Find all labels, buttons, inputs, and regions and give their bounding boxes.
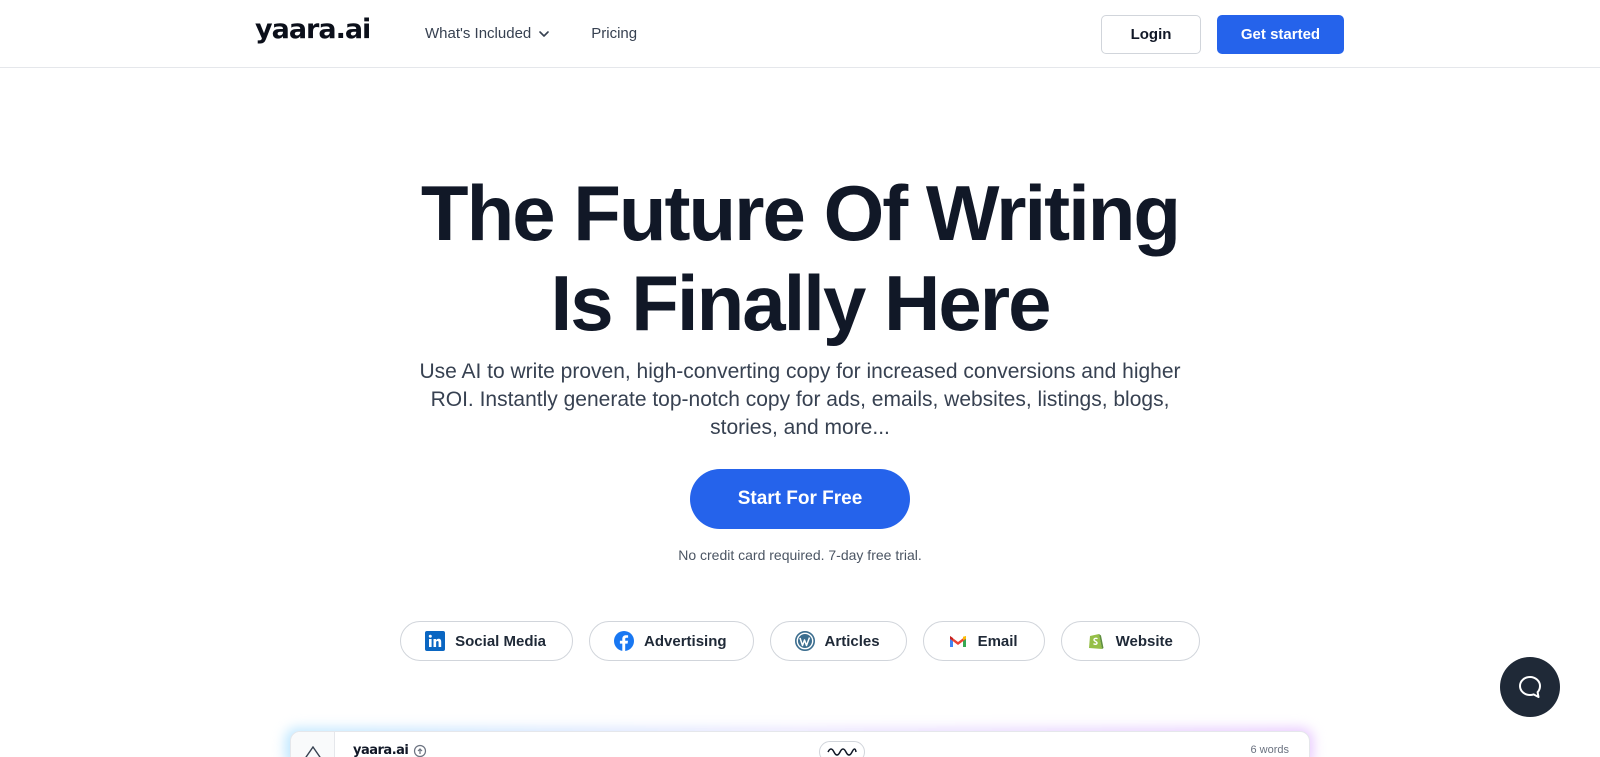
- shopify-icon: [1088, 634, 1104, 649]
- chevron-down-icon: [539, 30, 550, 37]
- main-nav: What's Included Pricing: [425, 25, 637, 42]
- pill-advertising[interactable]: Advertising: [589, 621, 754, 661]
- preview-sidebar: [291, 732, 335, 757]
- pill-social-media-label: Social Media: [455, 632, 547, 650]
- nav-whats-included[interactable]: What's Included: [425, 25, 551, 42]
- linkedin-icon: [425, 631, 446, 651]
- wordpress-icon: [794, 631, 815, 651]
- site-header: yaara.ai What's Included Pricing Login G…: [0, 0, 1600, 68]
- pill-email[interactable]: Email: [922, 621, 1045, 661]
- hero-subtitle: Use AI to write proven, high-converting …: [419, 360, 1181, 439]
- wave-icon: [827, 748, 857, 756]
- facebook-icon: [614, 631, 635, 651]
- pill-social-media[interactable]: Social Media: [400, 621, 574, 661]
- login-button[interactable]: Login: [1101, 15, 1201, 54]
- audio-wave-button[interactable]: [819, 741, 865, 757]
- gmail-icon: [949, 636, 966, 647]
- category-pills: Social Media Advertising Articles Email: [0, 621, 1600, 661]
- nav-whats-included-label: What's Included: [425, 25, 532, 42]
- pill-articles[interactable]: Articles: [769, 621, 907, 661]
- logo[interactable]: yaara.ai: [255, 14, 371, 45]
- chat-bubble-icon: [1519, 676, 1541, 698]
- pill-articles-label: Articles: [824, 632, 880, 650]
- trial-note: No credit card required. 7-day free tria…: [678, 547, 922, 563]
- pill-email-label: Email: [977, 632, 1018, 650]
- hero-title-line2: Is Finally Here: [550, 259, 1052, 347]
- get-started-button[interactable]: Get started: [1217, 15, 1344, 54]
- nav-pricing[interactable]: Pricing: [591, 25, 637, 42]
- pill-website[interactable]: Website: [1060, 621, 1200, 661]
- word-count: 6 words: [1250, 744, 1289, 756]
- app-preview: yaara.ai 6 words: [290, 731, 1310, 757]
- start-for-free-button[interactable]: Start For Free: [690, 469, 910, 529]
- nav-pricing-label: Pricing: [591, 25, 638, 42]
- hero-title-line1: The Future Of Writing: [420, 169, 1181, 257]
- pill-website-label: Website: [1115, 632, 1173, 650]
- hero-title: The Future Of Writing Is Finally Here: [0, 168, 1600, 348]
- upload-cloud-icon: [413, 744, 427, 757]
- pill-advertising-label: Advertising: [644, 632, 727, 650]
- warning-icon: [305, 746, 321, 757]
- preview-logo: yaara.ai: [353, 743, 409, 757]
- chat-launcher-button[interactable]: [1500, 657, 1560, 717]
